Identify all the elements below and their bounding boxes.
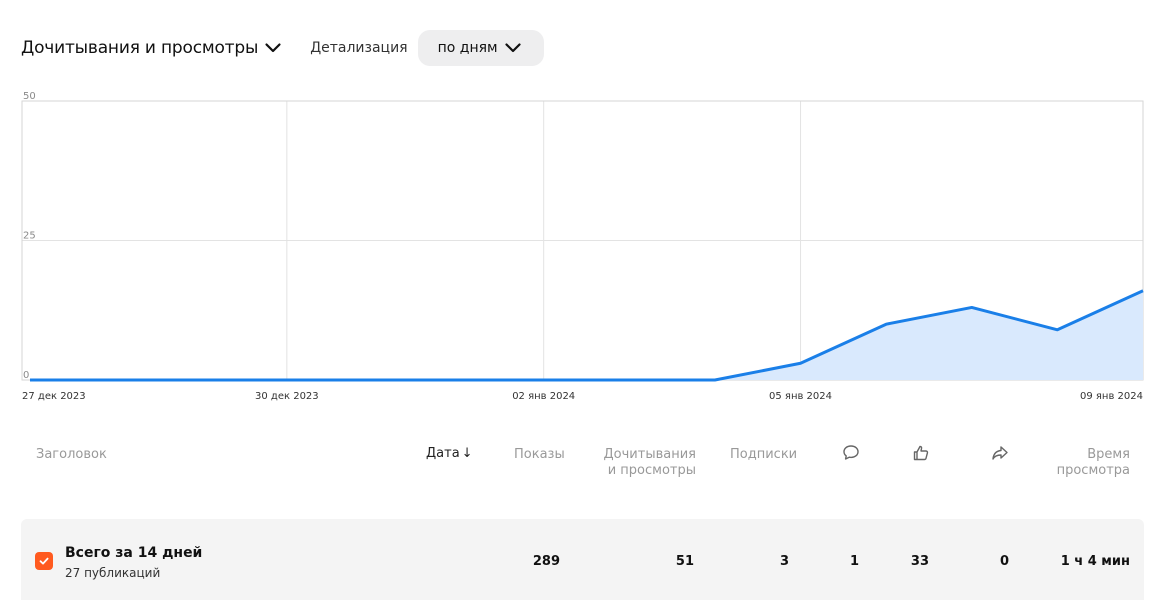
detail-dropdown-label: по дням	[437, 40, 498, 56]
column-reads-line1: Дочитывания	[603, 447, 696, 462]
column-reads: Дочитывания и просмотры	[596, 447, 696, 479]
detail-dropdown[interactable]: по дням	[417, 30, 544, 66]
total-views: 289	[532, 554, 560, 569]
total-reads: 51	[675, 554, 694, 569]
y-tick-label: 0	[23, 370, 29, 381]
total-likes: 33	[910, 554, 929, 569]
total-shares: 0	[999, 554, 1009, 569]
column-subscriptions: Подписки	[730, 447, 798, 462]
chevron-down-icon	[504, 39, 522, 57]
x-tick-label: 09 янв 2024	[1080, 391, 1143, 402]
column-date-label: Дата	[426, 446, 460, 461]
x-tick-label: 02 янв 2024	[512, 391, 575, 402]
x-tick-label: 30 дек 2023	[255, 391, 319, 402]
sort-arrow-icon: ↓	[461, 446, 473, 461]
total-publications: 27 публикаций	[65, 566, 161, 580]
total-checkbox[interactable]	[35, 552, 53, 570]
total-view-time: 1 ч 4 мин	[1060, 554, 1130, 569]
thumbs-up-icon	[911, 443, 931, 463]
total-row[interactable]: Всего за 14 дней 27 публикаций 289 51 3 …	[21, 519, 1144, 600]
chevron-down-icon	[264, 39, 282, 57]
column-title: Заголовок	[36, 447, 107, 462]
column-view-time: Время просмотра	[1040, 447, 1130, 479]
total-subscriptions: 3	[779, 554, 789, 569]
column-reads-line2: и просмотры	[607, 463, 696, 478]
line-chart: 50 25 0 27 дек 2023 30 дек 2023 02 янв 2024 05…	[21, 91, 1144, 402]
column-views: Показы	[514, 447, 565, 462]
series-area	[22, 290, 1143, 380]
total-comments: 1	[849, 554, 859, 569]
x-tick-label: 05 янв 2024	[769, 391, 832, 402]
total-title: Всего за 14 дней	[65, 545, 203, 561]
table-header: Заголовок Дата ↓ Показы Дочитывания и пр…	[0, 440, 1152, 490]
column-time-line2: просмотра	[1056, 463, 1130, 478]
chart-header: Дочитывания и просмотры Детализация по д…	[21, 30, 544, 66]
y-tick-label: 25	[23, 231, 36, 242]
column-date-sort[interactable]: Дата ↓	[426, 446, 473, 462]
detail-label: Детализация	[310, 40, 408, 56]
metric-dropdown[interactable]: Дочитывания и просмотры	[21, 38, 282, 58]
column-time-line1: Время	[1087, 447, 1130, 462]
metric-dropdown-label: Дочитывания и просмотры	[21, 38, 259, 58]
x-tick-label: 27 дек 2023	[22, 391, 86, 402]
check-icon	[39, 557, 49, 565]
comment-icon	[841, 443, 861, 463]
share-icon	[990, 443, 1010, 463]
y-tick-label: 50	[23, 91, 36, 102]
